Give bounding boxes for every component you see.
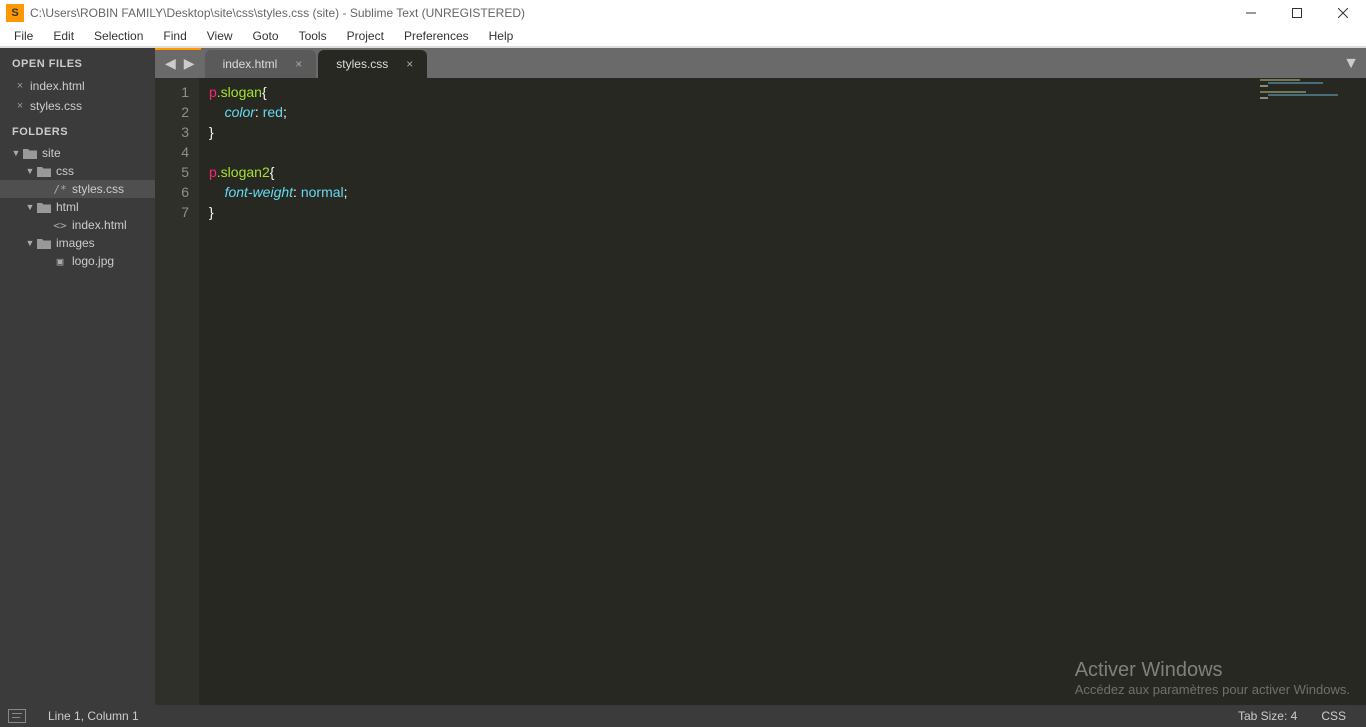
file-row[interactable]: ▣ logo.jpg [0, 252, 155, 270]
maximize-button[interactable] [1274, 0, 1320, 26]
folder-row[interactable]: ▼ css [0, 162, 155, 180]
menu-goto[interactable]: Goto [243, 27, 289, 45]
cursor-position[interactable]: Line 1, Column 1 [36, 709, 151, 723]
line-gutter: 1234567 [155, 78, 199, 705]
tree-label: html [56, 200, 79, 214]
tree-label: css [56, 164, 74, 178]
tree-label: logo.jpg [72, 254, 114, 268]
open-files-header: OPEN FILES [0, 48, 155, 76]
menu-find[interactable]: Find [153, 27, 196, 45]
folder-icon [36, 166, 52, 177]
nav-forward-button[interactable]: ▶ [180, 55, 199, 72]
tree-label: styles.css [72, 182, 124, 196]
tab-label: index.html [223, 57, 278, 71]
file-icon: ▣ [52, 255, 68, 268]
close-icon[interactable]: × [14, 100, 26, 112]
code-text[interactable]: p.slogan{ color: red;}p.slogan2{ font-we… [199, 78, 1366, 705]
editor: ◀ ▶ index.html × styles.css × ▼ 1234567 p.s… [155, 48, 1366, 705]
file-row[interactable]: /* styles.css [0, 180, 155, 198]
folder-row[interactable]: ▼ html [0, 198, 155, 216]
tree-label: index.html [72, 218, 127, 232]
minimize-button[interactable] [1228, 0, 1274, 26]
disclosure-triangle-icon[interactable]: ▼ [24, 238, 36, 248]
menubar: FileEditSelectionFindViewGotoToolsProjec… [0, 26, 1366, 48]
panel-toggle-icon[interactable] [8, 709, 26, 723]
code-area[interactable]: 1234567 p.slogan{ color: red;}p.slogan2{… [155, 78, 1366, 705]
disclosure-triangle-icon[interactable]: ▼ [10, 148, 22, 158]
tab-bar: ◀ ▶ index.html × styles.css × ▼ [155, 48, 1366, 78]
tree-label: images [56, 236, 95, 250]
tab-styles-css[interactable]: styles.css × [318, 50, 427, 78]
tab-label: styles.css [336, 57, 388, 71]
open-file-label: index.html [30, 79, 149, 93]
tabs-overflow-button[interactable]: ▼ [1336, 50, 1366, 78]
window-title: C:\Users\ROBIN FAMILY\Desktop\site\css\s… [30, 6, 525, 20]
syntax-mode[interactable]: CSS [1309, 709, 1358, 723]
file-icon: /* [52, 183, 68, 196]
menu-preferences[interactable]: Preferences [394, 27, 479, 45]
disclosure-triangle-icon[interactable]: ▼ [24, 202, 36, 212]
folder-row[interactable]: ▼ images [0, 234, 155, 252]
status-bar: Line 1, Column 1 Tab Size: 4 CSS [0, 705, 1366, 727]
folder-icon [36, 202, 52, 213]
menu-edit[interactable]: Edit [43, 27, 84, 45]
folder-icon [36, 238, 52, 249]
tab-index-html[interactable]: index.html × [205, 50, 317, 78]
open-file-item[interactable]: × index.html [0, 76, 155, 96]
titlebar: S C:\Users\ROBIN FAMILY\Desktop\site\css… [0, 0, 1366, 26]
sidebar: OPEN FILES × index.html × styles.css FOLDER… [0, 48, 155, 705]
folders-header: FOLDERS [0, 116, 155, 144]
menu-help[interactable]: Help [479, 27, 524, 45]
tab-close-icon[interactable]: × [406, 57, 413, 71]
accent-underline [155, 48, 201, 50]
main-area: OPEN FILES × index.html × styles.css FOLDER… [0, 48, 1366, 705]
menu-tools[interactable]: Tools [289, 27, 337, 45]
menu-file[interactable]: File [4, 27, 43, 45]
file-icon: <> [52, 219, 68, 232]
app-icon: S [6, 4, 24, 22]
menu-view[interactable]: View [197, 27, 243, 45]
folder-icon [22, 148, 38, 159]
menu-project[interactable]: Project [337, 27, 394, 45]
tree-label: site [42, 146, 61, 160]
nav-back-button[interactable]: ◀ [161, 55, 180, 72]
file-row[interactable]: <> index.html [0, 216, 155, 234]
open-file-label: styles.css [30, 99, 149, 113]
tab-size[interactable]: Tab Size: 4 [1226, 709, 1309, 723]
open-file-item[interactable]: × styles.css [0, 96, 155, 116]
close-button[interactable] [1320, 0, 1366, 26]
close-icon[interactable]: × [14, 80, 26, 92]
tab-close-icon[interactable]: × [295, 57, 302, 71]
menu-selection[interactable]: Selection [84, 27, 153, 45]
folder-row[interactable]: ▼ site [0, 144, 155, 162]
disclosure-triangle-icon[interactable]: ▼ [24, 166, 36, 176]
